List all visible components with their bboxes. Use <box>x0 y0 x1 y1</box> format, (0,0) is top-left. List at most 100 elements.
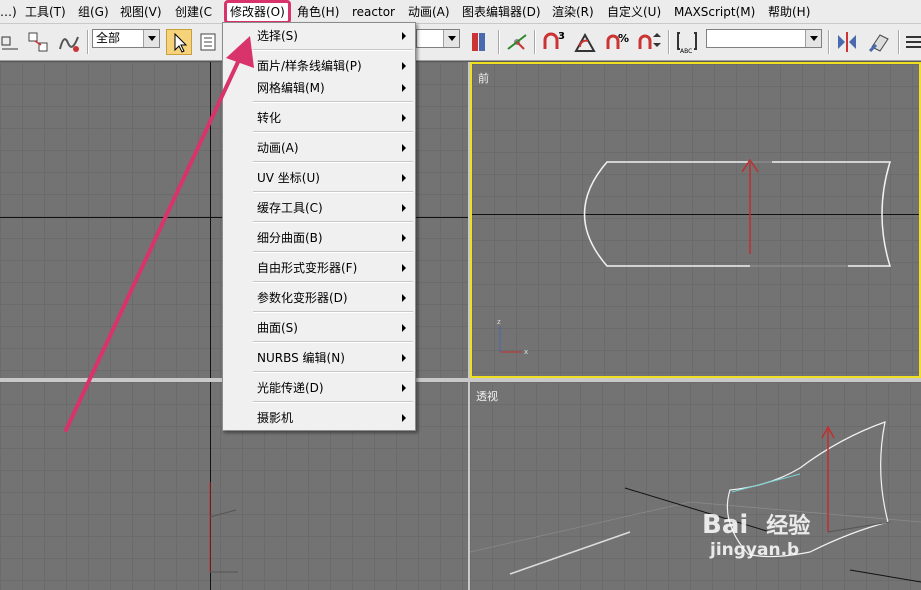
align-icon[interactable] <box>866 29 892 55</box>
menu-item-7[interactable]: reactor <box>352 2 395 22</box>
chevron-down-icon <box>443 30 459 47</box>
menu-item-label: 缓存工具(C) <box>257 201 323 215</box>
submenu-arrow-icon <box>402 144 406 152</box>
modifiers-menu-item-12[interactable]: 光能传递(D) <box>223 376 415 400</box>
snap-3d-icon[interactable]: 3 <box>540 29 566 55</box>
selection-filter-value: 全部 <box>96 31 121 45</box>
modifiers-menu-item-3[interactable]: 转化 <box>223 106 415 130</box>
edit-named-selection-icon[interactable]: ABC <box>674 29 700 55</box>
menu-separator <box>253 131 413 133</box>
menu-item-2[interactable]: 组(G) <box>78 2 109 22</box>
modifiers-menu-item-7[interactable]: 细分曲面(B) <box>223 226 415 250</box>
named-selection-select[interactable] <box>706 29 822 48</box>
viewport-divider-vertical[interactable] <box>468 62 470 590</box>
select-by-name-icon[interactable] <box>198 29 220 55</box>
menu-item-12[interactable]: MAXScript(M) <box>674 2 755 22</box>
menu-item-1[interactable]: 工具(T) <box>25 2 66 22</box>
submenu-arrow-icon <box>402 414 406 422</box>
modifiers-menu-item-2[interactable]: 网格编辑(M) <box>223 76 415 100</box>
menu-item-11[interactable]: 自定义(U) <box>607 2 661 22</box>
menu-item-label: 曲面(S) <box>257 321 298 335</box>
menu-item-label: 选择(S) <box>257 29 298 43</box>
toolbar-separator <box>534 30 536 54</box>
modifiers-menu-item-13[interactable]: 摄影机 <box>223 406 415 430</box>
submenu-arrow-icon <box>402 264 406 272</box>
mirror-icon[interactable] <box>834 29 860 55</box>
modifiers-menu-item-6[interactable]: 缓存工具(C) <box>223 196 415 220</box>
menu-separator <box>253 191 413 193</box>
svg-text:3: 3 <box>558 31 565 42</box>
chevron-down-icon <box>805 30 821 47</box>
svg-text:x: x <box>524 348 528 356</box>
submenu-arrow-icon <box>402 354 406 362</box>
modifiers-menu-item-8[interactable]: 自由形式变形器(F) <box>223 256 415 280</box>
modifiers-menu-item-5[interactable]: UV 坐标(U) <box>223 166 415 190</box>
submenu-arrow-icon <box>402 84 406 92</box>
reference-coord-select[interactable] <box>416 29 460 48</box>
toolbar-separator <box>668 30 670 54</box>
svg-text:z: z <box>497 318 501 326</box>
menu-item-13[interactable]: 帮助(H) <box>768 2 810 22</box>
menu-item-4[interactable]: 创建(C <box>175 2 212 22</box>
spinner-snap-icon[interactable] <box>636 29 662 55</box>
modifiers-menu: 选择(S) 面片/样条线编辑(P) 网格编辑(M) 转化动画(A) UV 坐标(U) 缓存… <box>222 22 416 431</box>
modifiers-menu-item-9[interactable]: 参数化变形器(D) <box>223 286 415 310</box>
submenu-arrow-icon <box>402 324 406 332</box>
submenu-arrow-icon <box>402 114 406 122</box>
modifiers-menu-item-4[interactable]: 动画(A) <box>223 136 415 160</box>
menu-item-0[interactable]: …) <box>0 2 17 22</box>
submenu-arrow-icon <box>402 234 406 242</box>
menu-separator <box>253 251 413 253</box>
menu-separator <box>253 49 413 51</box>
modifiers-menu-item-11[interactable]: NURBS 编辑(N) <box>223 346 415 370</box>
toolbar-separator <box>898 30 900 54</box>
menu-item-5[interactable]: 修改器(O) <box>224 0 291 24</box>
toolbar-separator <box>87 30 89 54</box>
watermark-url: jingyan.b <box>710 540 800 560</box>
watermark-logo: Bai 经验 <box>702 508 810 540</box>
selection-filter-select[interactable]: 全部 <box>92 29 160 48</box>
modifiers-menu-item-10[interactable]: 曲面(S) <box>223 316 415 340</box>
menu-item-8[interactable]: 动画(A) <box>408 2 450 22</box>
menu-separator <box>253 221 413 223</box>
angle-snap-icon[interactable] <box>572 29 598 55</box>
menu-separator <box>253 311 413 313</box>
main-toolbar: 全部 3 % ABC <box>0 24 921 61</box>
menu-item-label: 自由形式变形器(F) <box>257 261 358 275</box>
menu-item-label: 参数化变形器(D) <box>257 291 348 305</box>
menu-item-3[interactable]: 视图(V) <box>120 2 162 22</box>
unlink-icon[interactable] <box>26 29 52 55</box>
layer-manager-icon[interactable] <box>904 29 921 55</box>
submenu-arrow-icon <box>402 174 406 182</box>
select-link-icon[interactable] <box>0 29 26 55</box>
percent-snap-icon[interactable]: % <box>604 29 630 55</box>
menu-item-10[interactable]: 渲染(R) <box>552 2 594 22</box>
menu-item-label: 动画(A) <box>257 141 299 155</box>
menu-separator <box>253 371 413 373</box>
submenu-arrow-icon <box>402 204 406 212</box>
modifiers-menu-item-1[interactable]: 面片/样条线编辑(P) <box>223 54 415 78</box>
front-shape-outline: z x <box>497 158 892 356</box>
manipulate-icon[interactable] <box>504 29 530 55</box>
menu-separator <box>253 161 413 163</box>
svg-text:ABC: ABC <box>680 48 692 55</box>
menu-item-label: 细分曲面(B) <box>257 231 323 245</box>
watermark-text-1: Bai <box>702 510 749 540</box>
select-object-icon[interactable] <box>166 29 192 55</box>
menu-item-label: 摄影机 <box>257 411 294 425</box>
chevron-down-icon <box>143 30 159 47</box>
viewport-divider-horizontal[interactable] <box>0 378 921 382</box>
bind-spacewarp-icon[interactable] <box>56 29 82 55</box>
modifiers-menu-item-0[interactable]: 选择(S) <box>223 24 415 48</box>
toolbar-separator <box>498 30 500 54</box>
menu-item-6[interactable]: 角色(H) <box>297 2 339 22</box>
svg-text:%: % <box>618 32 629 45</box>
menu-item-9[interactable]: 图表编辑器(D) <box>462 2 541 22</box>
viewport-perspective[interactable]: 透视 Bai 经验 jingyan.b <box>470 382 921 590</box>
menu-separator <box>253 281 413 283</box>
viewport-front[interactable]: 前 z x <box>470 62 921 378</box>
pivot-center-icon[interactable] <box>466 29 492 55</box>
perspective-scene <box>470 421 921 583</box>
menu-item-label: 面片/样条线编辑(P) <box>257 59 362 73</box>
menu-item-label: UV 坐标(U) <box>257 171 320 185</box>
